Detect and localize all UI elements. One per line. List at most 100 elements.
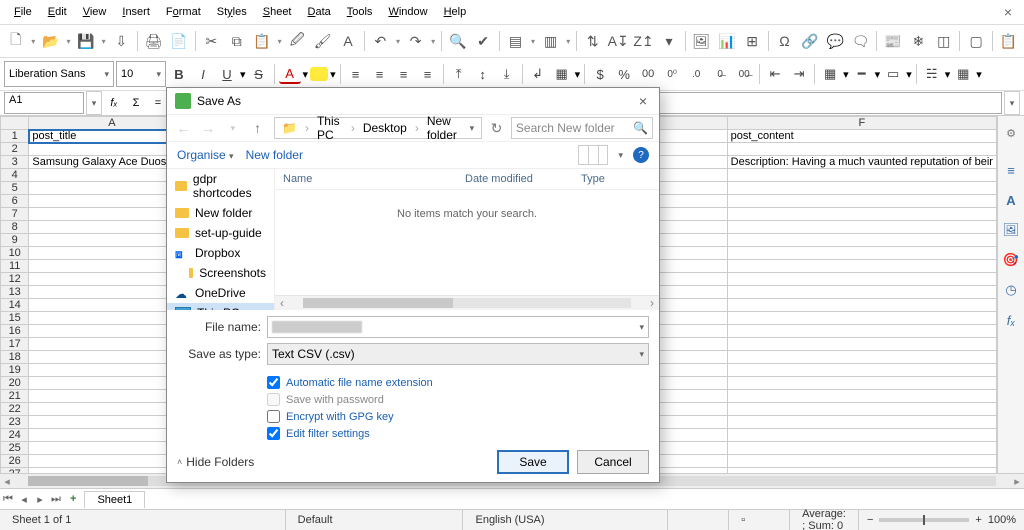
tab-prev-icon[interactable]: ◂ [16,493,32,506]
cell-style-icon[interactable]: ▦ [952,63,974,85]
underline-icon[interactable]: U [216,63,238,85]
cell[interactable] [727,143,996,156]
nav-refresh-icon[interactable]: ↻ [486,117,507,139]
cell[interactable] [727,247,996,260]
nav-fwd-icon[interactable]: → [198,117,219,139]
cell[interactable] [727,455,996,468]
cell[interactable] [727,338,996,351]
number-icon[interactable]: 00 [637,63,659,85]
strike-icon[interactable]: S [248,63,270,85]
tree-node[interactable]: This PC [167,303,274,310]
formula-expand-icon[interactable]: ▾ [1004,91,1020,115]
breadcrumb-item[interactable]: New folder [424,114,465,142]
cell[interactable] [727,221,996,234]
breadcrumb[interactable]: 📁› This PC› Desktop› New folder ▾ [274,117,482,139]
border-style-icon[interactable]: ━ [851,63,873,85]
cell[interactable] [727,195,996,208]
paste-icon[interactable]: 📋 [250,29,273,53]
filter-icon[interactable]: ▾ [657,29,680,53]
row-icon[interactable]: ▤ [504,29,527,53]
forms-icon[interactable]: 📋 [997,29,1020,53]
row-header[interactable]: 19 [1,364,29,377]
row-header[interactable]: 1 [1,130,29,143]
sortdesc-icon[interactable]: Z↥ [632,29,655,53]
align-left-icon[interactable]: ≡ [345,63,367,85]
breadcrumb-item[interactable]: This PC [314,114,346,142]
row-header[interactable]: 18 [1,351,29,364]
cond-format-icon[interactable]: ☵ [921,63,943,85]
cell[interactable] [727,273,996,286]
sidebar-settings-icon[interactable]: ⚙ [1000,122,1022,144]
headers-icon[interactable]: 📰 [881,29,904,53]
font-color-icon[interactable]: A [279,64,301,84]
new-folder-button[interactable]: New folder [246,148,303,162]
font-name-select[interactable]: Liberation Sans▾ [4,61,114,87]
sidebar-history-icon[interactable]: ◷ [1001,280,1021,300]
row-header[interactable]: 26 [1,455,29,468]
sidebar-functions-icon[interactable]: fₓ [1001,310,1021,330]
sidebar-styles-icon[interactable]: A [1001,190,1021,210]
note-icon[interactable]: 🗨 [849,29,872,53]
undo-icon[interactable]: ↶ [369,29,392,53]
row-header[interactable]: 8 [1,221,29,234]
cell[interactable] [727,182,996,195]
opt-save-pw[interactable]: Save with password [267,391,649,408]
border-color-icon[interactable]: ▭ [882,63,904,85]
view-mode-icon[interactable] [578,145,608,165]
list-col-type[interactable]: Type [573,169,659,189]
cell[interactable] [727,299,996,312]
row-header[interactable]: 21 [1,390,29,403]
row-header[interactable]: 7 [1,208,29,221]
nav-recent-icon[interactable]: ▾ [223,117,244,139]
save-button[interactable]: Save [497,450,569,474]
menu-window[interactable]: Window [380,4,435,20]
sortasc-icon[interactable]: A↧ [606,29,629,53]
indent-dec-icon[interactable]: ⇤ [764,63,786,85]
row-header[interactable]: 13 [1,286,29,299]
status-language[interactable]: English (USA) [463,510,668,530]
currency-icon[interactable]: $ [589,63,611,85]
dec-00-icon[interactable]: 0⁰ [661,63,683,85]
cell[interactable] [727,403,996,416]
align-right-icon[interactable]: ≡ [393,63,415,85]
row-header[interactable]: 27 [1,468,29,474]
row-header[interactable]: 2 [1,143,29,156]
cell[interactable] [727,234,996,247]
cell[interactable] [727,364,996,377]
col-header[interactable]: F [727,117,996,130]
cell[interactable] [727,429,996,442]
cell[interactable] [727,351,996,364]
dec-0-icon[interactable]: .0 [685,63,707,85]
row-header[interactable]: 22 [1,403,29,416]
tab-next-icon[interactable]: ▸ [32,493,48,506]
row-header[interactable]: 17 [1,338,29,351]
tree-node[interactable]: Screenshots [167,263,274,283]
sidebar-properties-icon[interactable]: ≡ [1001,160,1021,180]
print-icon[interactable]: 🖨 [142,29,165,53]
paintfmt-icon[interactable]: 🖌 [311,29,334,53]
wrap-icon[interactable]: ↲ [527,63,549,85]
menu-data[interactable]: Data [300,4,339,20]
align-justify-icon[interactable]: ≡ [417,63,439,85]
save-icon[interactable]: 💾 [74,29,97,53]
row-header[interactable]: 3 [1,156,29,169]
row-header[interactable]: 12 [1,273,29,286]
preview-icon[interactable]: 📄 [167,29,190,53]
menu-format[interactable]: Format [158,4,209,20]
opt-gpg[interactable]: Encrypt with GPG key [267,408,649,425]
dec-add-icon[interactable]: 00̶ [733,63,755,85]
document-close-icon[interactable]: × [998,4,1018,20]
equals-icon[interactable]: = [148,97,168,109]
list-col-name[interactable]: Name [275,169,457,189]
tree-node[interactable]: set-up-guide [167,223,274,243]
cell[interactable] [727,325,996,338]
export-icon[interactable]: ⇩ [110,29,133,53]
comment-icon[interactable]: 💬 [824,29,847,53]
search-input[interactable]: Search New folder 🔍 [511,117,653,139]
row-header[interactable]: 10 [1,247,29,260]
row-header[interactable]: 25 [1,442,29,455]
zoom-out-icon[interactable]: − [867,514,873,526]
breadcrumb-item[interactable]: Desktop [360,121,410,135]
spell-icon[interactable]: ✔ [471,29,494,53]
nav-up-icon[interactable]: ↑ [247,117,268,139]
